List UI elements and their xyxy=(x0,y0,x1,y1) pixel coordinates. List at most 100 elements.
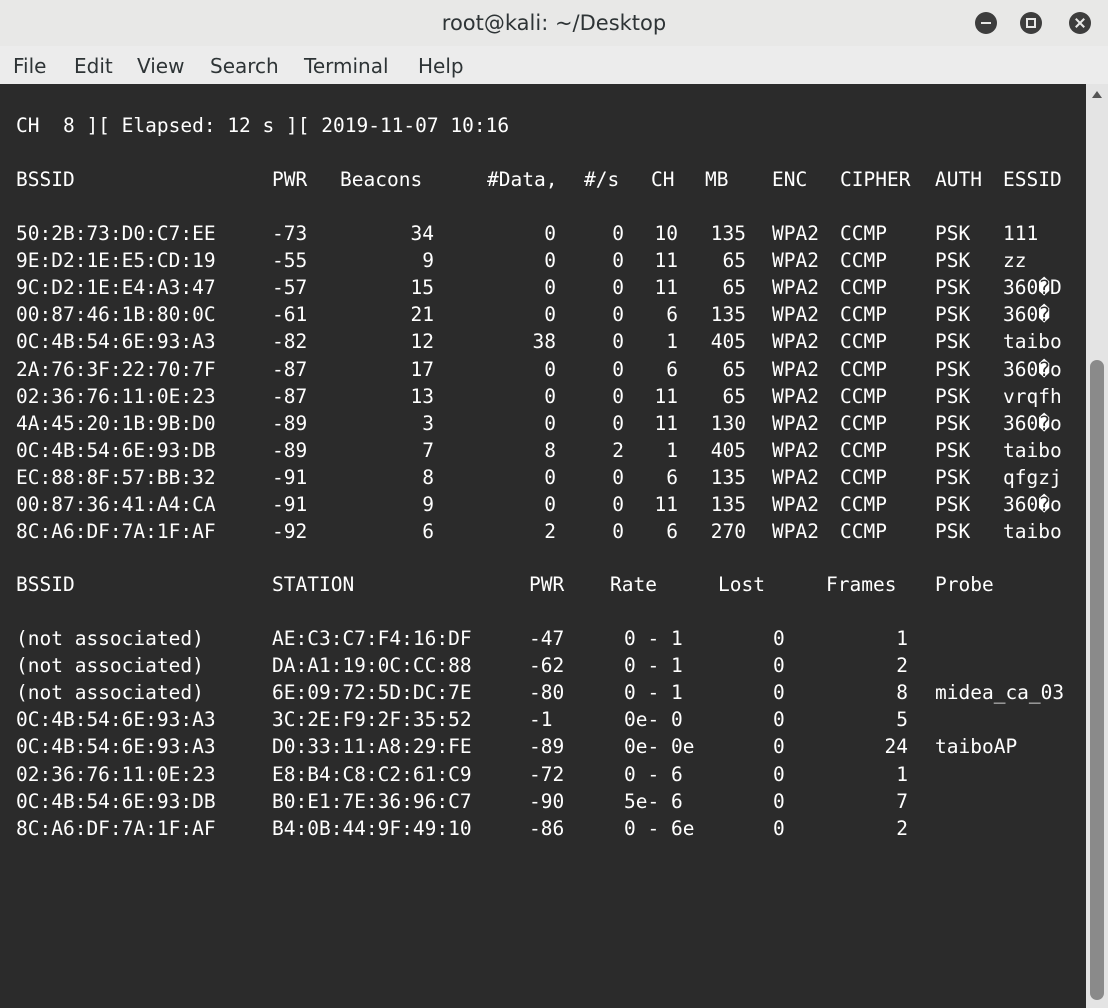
cell-pwr: -55 xyxy=(272,249,308,273)
cell-ch: 6 xyxy=(666,465,678,489)
cell-enc: WPA2 xyxy=(772,249,819,273)
cell-frames: 2 xyxy=(896,654,908,678)
cell-beacons: 17 xyxy=(410,357,434,381)
cell-mb: 130 xyxy=(710,411,746,435)
cell-pwr: -72 xyxy=(529,762,565,786)
cell-lost: 0 xyxy=(773,627,785,650)
cell-bssid: EC:88:8F:57:BB:32 xyxy=(16,465,216,489)
cell-data: 38 xyxy=(532,330,556,354)
cell-mb: 135 xyxy=(710,222,746,245)
header-mb: MB xyxy=(705,168,729,191)
maximize-icon[interactable] xyxy=(1020,12,1042,34)
header-per-second: #/s xyxy=(584,168,620,191)
cell-bssid: (not associated) xyxy=(16,654,204,678)
cell-frames: 24 xyxy=(884,735,908,759)
menu-file[interactable]: File xyxy=(13,46,46,84)
header-lost: Lost xyxy=(718,573,765,596)
menu-search[interactable]: Search xyxy=(210,46,279,84)
station-row: (not associated) AE:C3:C7:F4:16:DF -47 0 - … xyxy=(0,625,1086,652)
scroll-up-arrow-icon[interactable] xyxy=(1086,84,1108,106)
cell-mb: 405 xyxy=(710,330,746,354)
cell-data: 0 xyxy=(544,384,556,408)
menu-view[interactable]: View xyxy=(137,46,184,84)
cell-pwr: -89 xyxy=(529,735,565,759)
scrollbar[interactable] xyxy=(1086,84,1108,1008)
cell-pwr: -47 xyxy=(529,627,565,650)
cell-essid: taibo xyxy=(1003,438,1062,462)
cell-data: 0 xyxy=(544,276,556,300)
cell-enc: WPA2 xyxy=(772,222,819,245)
terminal-output[interactable]: CH 8 ][ Elapsed: 12 s ][ 2019-11-07 10:1… xyxy=(0,84,1086,1008)
cell-ch: 11 xyxy=(654,249,678,273)
cell-ch: 11 xyxy=(654,384,678,408)
cell-enc: WPA2 xyxy=(772,276,819,300)
cell-ch: 1 xyxy=(666,438,678,462)
cell-per-second: 0 xyxy=(612,520,624,544)
cell-essid: 360�o xyxy=(1003,357,1062,381)
cell-rate: 0e- 0e xyxy=(624,735,695,759)
cell-bssid: 4A:45:20:1B:9B:D0 xyxy=(16,411,216,435)
cell-rate: 0e- 0 xyxy=(624,708,683,732)
menu-edit[interactable]: Edit xyxy=(74,46,113,84)
cell-beacons: 21 xyxy=(410,303,434,327)
status-line: CH 8 ][ Elapsed: 12 s ][ 2019-11-07 10:1… xyxy=(16,114,510,137)
ap-row: 00:87:36:41:A4:CA -91 9 0 0 11 135 WPA2 CCMP PSK 3… xyxy=(0,491,1086,518)
cell-essid: qfgzj xyxy=(1003,465,1062,489)
cell-cipher: CCMP xyxy=(840,520,887,544)
cell-per-second: 2 xyxy=(612,438,624,462)
header-data: #Data, xyxy=(487,168,558,191)
cell-per-second: 0 xyxy=(612,493,624,516)
cell-beacons: 15 xyxy=(410,276,434,300)
cell-bssid: 2A:76:3F:22:70:7F xyxy=(16,357,216,381)
cell-essid: 360�o xyxy=(1003,493,1062,516)
cell-cipher: CCMP xyxy=(840,438,887,462)
cell-ch: 6 xyxy=(666,520,678,544)
cell-probe: midea_ca_03 xyxy=(935,681,1065,705)
window-title: root@kali: ~/Desktop xyxy=(441,11,667,35)
cell-station: D0:33:11:A8:29:FE xyxy=(272,735,472,759)
cell-essid: taibo xyxy=(1003,520,1062,544)
cell-beacons: 8 xyxy=(422,465,434,489)
cell-bssid: 0C:4B:54:6E:93:A3 xyxy=(16,735,216,759)
menu-bar: File Edit View Search Terminal Help xyxy=(0,46,1108,85)
cell-bssid: (not associated) xyxy=(16,681,204,705)
cell-pwr: -91 xyxy=(272,493,308,516)
cell-data: 8 xyxy=(544,438,556,462)
station-row: 0C:4B:54:6E:93:A3 D0:33:11:A8:29:FE -89 0e-… xyxy=(0,733,1086,760)
cell-bssid: 00:87:36:41:A4:CA xyxy=(16,493,216,516)
cell-pwr: -61 xyxy=(272,303,308,327)
ap-row: 8C:A6:DF:7A:1F:AF -92 6 2 0 6 270 WPA2 CCMP PSK ta… xyxy=(0,518,1086,545)
menu-terminal[interactable]: Terminal xyxy=(304,46,389,84)
title-bar[interactable]: root@kali: ~/Desktop xyxy=(0,0,1108,46)
cell-per-second: 0 xyxy=(612,249,624,273)
cell-station: E8:B4:C8:C2:61:C9 xyxy=(272,762,472,786)
cell-rate: 0 - 6 xyxy=(624,762,683,786)
cell-mb: 65 xyxy=(722,276,746,300)
close-icon[interactable] xyxy=(1069,12,1091,34)
minimize-icon[interactable] xyxy=(975,12,997,34)
cell-frames: 1 xyxy=(896,627,908,650)
cell-cipher: CCMP xyxy=(840,357,887,381)
cell-data: 2 xyxy=(544,520,556,544)
header-rate: Rate xyxy=(610,573,657,596)
cell-enc: WPA2 xyxy=(772,438,819,462)
cell-station: B4:0B:44:9F:49:10 xyxy=(272,816,472,840)
cell-ch: 11 xyxy=(654,411,678,435)
cell-lost: 0 xyxy=(773,789,785,813)
cell-enc: WPA2 xyxy=(772,330,819,354)
ap-row: 2A:76:3F:22:70:7F -87 17 0 0 6 65 WPA2 CCMP PSK 36… xyxy=(0,356,1086,383)
cell-bssid: 00:87:46:1B:80:0C xyxy=(16,303,216,327)
cell-lost: 0 xyxy=(773,762,785,786)
cell-per-second: 0 xyxy=(612,276,624,300)
scrollbar-thumb[interactable] xyxy=(1090,360,1104,1000)
cell-beacons: 3 xyxy=(422,411,434,435)
ap-row: 9C:D2:1E:E4:A3:47 -57 15 0 0 11 65 WPA2 CCMP PSK 3… xyxy=(0,274,1086,301)
cell-mb: 135 xyxy=(710,303,746,327)
header-station: STATION xyxy=(272,573,355,596)
header-auth: AUTH xyxy=(935,168,982,191)
cell-beacons: 12 xyxy=(410,330,434,354)
cell-pwr: -57 xyxy=(272,276,308,300)
cell-per-second: 0 xyxy=(612,330,624,354)
cell-station: 3C:2E:F9:2F:35:52 xyxy=(272,708,472,732)
menu-help[interactable]: Help xyxy=(418,46,464,84)
